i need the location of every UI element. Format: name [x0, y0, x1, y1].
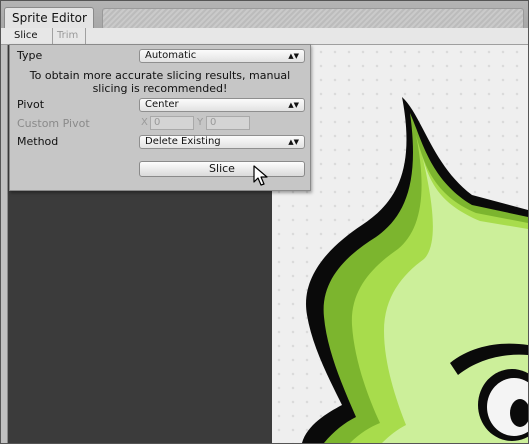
type-dropdown[interactable]: Automatic ▲▼: [139, 49, 305, 63]
pivot-dropdown[interactable]: Center ▲▼: [139, 98, 305, 112]
method-label: Method: [17, 135, 59, 148]
left-border: [1, 45, 8, 443]
dropdown-arrow-icon: ▲▼: [288, 52, 299, 60]
dropdown-arrow-icon: ▲▼: [288, 138, 299, 146]
method-dropdown[interactable]: Delete Existing ▲▼: [139, 135, 305, 149]
pivot-dropdown-value: Center: [145, 99, 179, 110]
type-dropdown-value: Automatic: [145, 50, 197, 61]
custom-pivot-label: Custom Pivot: [17, 117, 90, 130]
pivot-y-field[interactable]: 0: [206, 116, 250, 130]
mouse-cursor-icon: [253, 165, 268, 186]
dropdown-arrow-icon: ▲▼: [288, 101, 299, 109]
type-label: Type: [17, 49, 43, 62]
toolbar: Slice ÷ Trim: [1, 28, 528, 56]
slice-button[interactable]: Slice: [139, 161, 305, 177]
trim-button[interactable]: Trim: [54, 28, 86, 44]
tab-sprite-editor[interactable]: Sprite Editor: [4, 7, 94, 28]
tab-strip: Sprite Editor: [1, 1, 528, 29]
method-dropdown-value: Delete Existing: [145, 136, 221, 147]
tab-strip-background: [102, 8, 524, 29]
sprite-editor-window: Sprite Editor Slice ÷ Trim Type Auto: [0, 0, 529, 444]
pivot-label: Pivot: [17, 98, 45, 111]
pivot-x-label: X: [141, 117, 148, 128]
slicing-recommendation-text: To obtain more accurate slicing results,…: [29, 69, 291, 95]
pivot-y-label: Y: [197, 117, 204, 128]
pivot-x-field[interactable]: 0: [150, 116, 194, 130]
slice-menu-button[interactable]: Slice ÷: [11, 28, 53, 56]
